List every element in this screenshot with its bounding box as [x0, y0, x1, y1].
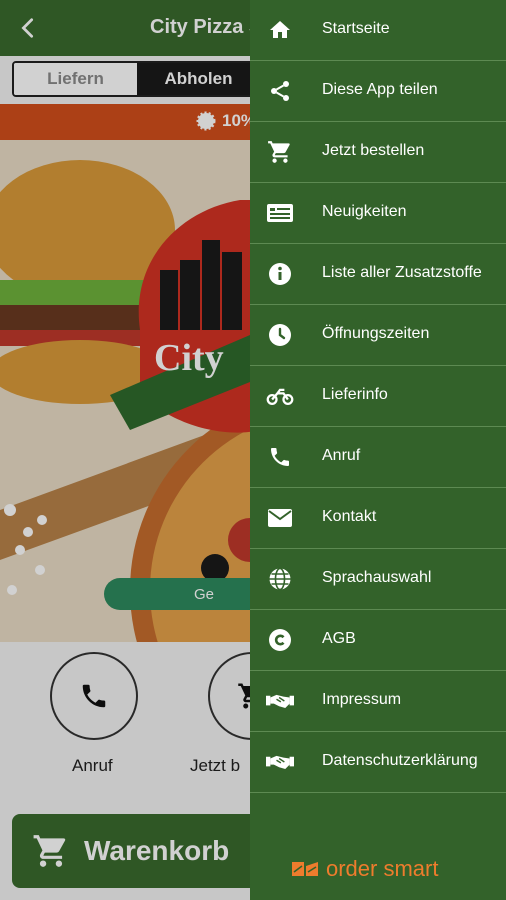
brand-name: order smart: [326, 856, 439, 881]
phone-icon: [266, 445, 294, 469]
copyright-icon: [266, 628, 294, 652]
drawer-item-news[interactable]: Neuigkeiten: [250, 183, 506, 244]
drawer-item-imprint[interactable]: Impressum: [250, 671, 506, 732]
drawer-item-call[interactable]: Anruf: [250, 427, 506, 488]
order-smart-logo: order smart: [290, 856, 438, 882]
handshake-icon: [266, 750, 294, 774]
drawer-item-label: Diese App teilen: [322, 81, 438, 98]
handshake-icon: [266, 689, 294, 713]
drawer-item-label: Startseite: [322, 20, 390, 37]
drawer-item-language[interactable]: Sprachauswahl: [250, 549, 506, 610]
news-icon: [266, 201, 294, 225]
drawer-item-label: Lieferinfo: [322, 386, 388, 403]
drawer-item-label: Neuigkeiten: [322, 203, 407, 220]
drawer-item-order[interactable]: Jetzt bestellen: [250, 122, 506, 183]
drawer-item-delivery-info[interactable]: Lieferinfo: [250, 366, 506, 427]
drawer-item-startseite[interactable]: Startseite: [250, 0, 506, 61]
cart-icon: [266, 140, 294, 164]
drawer-item-label: Impressum: [322, 691, 402, 708]
drawer-item-label: Jetzt bestellen: [322, 142, 425, 159]
motorbike-icon: [266, 384, 294, 408]
drawer-item-terms[interactable]: AGB: [250, 610, 506, 671]
drawer-item-privacy[interactable]: Datenschutzerklärung: [250, 732, 506, 793]
drawer-item-additives[interactable]: Liste aller Zusatzstoffe: [250, 244, 506, 305]
navigation-drawer: Startseite Diese App teilen Jetzt bestel…: [250, 0, 506, 900]
globe-icon: [266, 567, 294, 591]
drawer-item-label: Sprachauswahl: [322, 569, 432, 586]
home-icon: [266, 18, 294, 42]
drawer-item-share[interactable]: Diese App teilen: [250, 61, 506, 122]
drawer-item-label: Anruf: [322, 447, 361, 464]
order-smart-mark-icon: [292, 862, 318, 876]
share-icon: [266, 79, 294, 103]
drawer-item-opening-hours[interactable]: Öffnungszeiten: [250, 305, 506, 366]
drawer-item-label: AGB: [322, 630, 356, 647]
drawer-item-label: Datenschutzerklärung: [322, 752, 478, 769]
drawer-item-label: Kontakt: [322, 508, 377, 525]
info-icon: [266, 262, 294, 286]
drawer-item-label: Liste aller Zusatzstoffe: [322, 264, 482, 281]
clock-icon: [266, 323, 294, 347]
mail-icon: [266, 506, 294, 530]
drawer-item-contact[interactable]: Kontakt: [250, 488, 506, 549]
drawer-item-label: Öffnungszeiten: [322, 325, 430, 342]
